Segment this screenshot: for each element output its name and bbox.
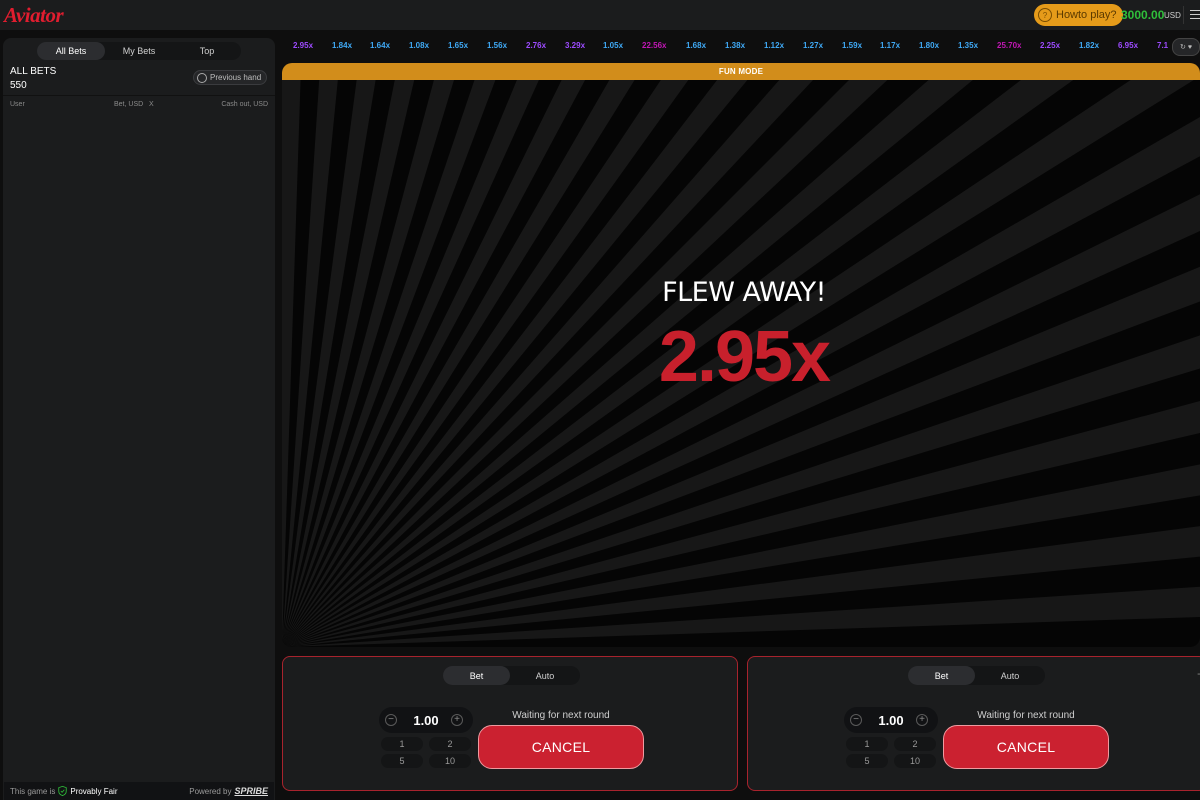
- bet-panel-2: Bet Auto − 1.00 + 1 2 5 10 Waiting for n…: [747, 656, 1200, 791]
- tab-my-bets[interactable]: My Bets: [105, 42, 173, 60]
- all-bets-count: 550: [10, 80, 27, 91]
- history-multiplier[interactable]: 1.08x: [409, 41, 429, 50]
- tab-top[interactable]: Top: [173, 42, 241, 60]
- minus-icon[interactable]: −: [385, 714, 397, 726]
- provably-fair-footer: This game is Provably Fair Powered by SP…: [4, 782, 274, 800]
- previous-hand-button[interactable]: Previous hand: [193, 70, 267, 85]
- plus-icon[interactable]: +: [916, 714, 928, 726]
- multiplier-history: 2.95x 1.84x 1.64x 1.08x 1.65x 1.56x 2.76x 3.29x…: [282, 38, 1172, 55]
- all-bets-title: ALL BETS: [10, 66, 57, 77]
- history-multiplier[interactable]: 1.80x: [919, 41, 939, 50]
- bet-amount-stepper: − 1.00 +: [844, 707, 938, 733]
- waiting-status: Waiting for next round: [512, 710, 610, 721]
- quick-bet-5[interactable]: 5: [846, 754, 888, 768]
- quick-bet-2[interactable]: 2: [429, 737, 471, 751]
- fun-mode-banner: FUN MODE: [282, 63, 1200, 80]
- history-multiplier[interactable]: 1.12x: [764, 41, 784, 50]
- question-icon: ?: [1038, 8, 1052, 22]
- history-multiplier[interactable]: 7.1: [1157, 41, 1168, 50]
- game-is-label: This game is: [10, 786, 56, 796]
- history-multiplier[interactable]: 1.17x: [880, 41, 900, 50]
- history-multiplier[interactable]: 22.56x: [642, 41, 666, 50]
- quick-bet-10[interactable]: 10: [429, 754, 471, 768]
- col-x: X: [149, 101, 154, 108]
- bet-mode-tabs: Bet Auto: [443, 666, 580, 685]
- menu-icon[interactable]: [1190, 10, 1200, 22]
- history-multiplier[interactable]: 6.95x: [1118, 41, 1138, 50]
- tab-bet[interactable]: Bet: [908, 666, 975, 685]
- bet-amount-stepper: − 1.00 +: [379, 707, 473, 733]
- history-multiplier[interactable]: 3.29x: [565, 41, 585, 50]
- powered-by-label: Powered by: [189, 786, 232, 796]
- provably-fair-label: Provably Fair: [70, 786, 118, 796]
- header-divider: [1183, 6, 1184, 24]
- spribe-logo[interactable]: SPRIBE: [234, 786, 268, 796]
- history-multiplier[interactable]: 1.84x: [332, 41, 352, 50]
- tab-auto[interactable]: Auto: [975, 666, 1045, 685]
- top-header: Aviator ? Howto play? 3000.00 USD: [0, 0, 1200, 30]
- provably-fair-link[interactable]: This game is Provably Fair: [10, 786, 117, 796]
- quick-bet-5[interactable]: 5: [381, 754, 423, 768]
- cancel-button[interactable]: CANCEL: [478, 725, 644, 769]
- quick-bet-1[interactable]: 1: [381, 737, 423, 751]
- bets-panel: All Bets My Bets Top ALL BETS 550 Previo…: [3, 38, 275, 800]
- aviator-logo[interactable]: Aviator: [4, 3, 64, 28]
- col-bet: Bet, USD: [114, 101, 144, 108]
- bet-amount-value[interactable]: 1.00: [868, 713, 914, 728]
- tab-auto[interactable]: Auto: [510, 666, 580, 685]
- flew-away-label: FLEW AWAY!: [662, 277, 826, 308]
- powered-by: Powered by SPRIBE: [189, 786, 268, 796]
- history-multiplier[interactable]: 2.25x: [1040, 41, 1060, 50]
- tab-bet[interactable]: Bet: [443, 666, 510, 685]
- history-multiplier[interactable]: 1.65x: [448, 41, 468, 50]
- bet-amount-value[interactable]: 1.00: [403, 713, 449, 728]
- history-multiplier[interactable]: 1.82x: [1079, 41, 1099, 50]
- tab-all-bets[interactable]: All Bets: [37, 42, 105, 60]
- shield-check-icon: [58, 786, 68, 796]
- history-multiplier[interactable]: 25.70x: [997, 41, 1021, 50]
- col-user: User: [10, 101, 25, 108]
- history-dropdown-button[interactable]: ↻ ♥: [1172, 38, 1200, 56]
- history-multiplier[interactable]: 1.35x: [958, 41, 978, 50]
- col-cashout: Cash out, USD: [221, 101, 268, 108]
- quick-bet-2[interactable]: 2: [894, 737, 936, 751]
- history-multiplier[interactable]: 1.05x: [603, 41, 623, 50]
- minus-icon[interactable]: −: [850, 714, 862, 726]
- bet-mode-tabs: Bet Auto: [908, 666, 1045, 685]
- waiting-status: Waiting for next round: [977, 710, 1075, 721]
- quick-bet-10[interactable]: 10: [894, 754, 936, 768]
- balance-currency: USD: [1164, 11, 1181, 20]
- balance-amount: 3000.00: [1121, 8, 1165, 22]
- divider: [3, 95, 275, 96]
- history-multiplier[interactable]: 1.38x: [725, 41, 745, 50]
- history-multiplier[interactable]: 1.59x: [842, 41, 862, 50]
- bet-panel-1: Bet Auto − 1.00 + 1 2 5 10 Waiting for n…: [282, 656, 738, 791]
- quick-bet-1[interactable]: 1: [846, 737, 888, 751]
- history-multiplier[interactable]: 1.27x: [803, 41, 823, 50]
- previous-hand-label: Previous hand: [210, 73, 262, 82]
- history-multiplier[interactable]: 1.68x: [686, 41, 706, 50]
- game-canvas: FUN MODE FLEW AWAY! 2.95x: [282, 63, 1200, 647]
- how-to-play-label: Howto play?: [1056, 9, 1117, 21]
- crash-multiplier: 2.95x: [658, 317, 831, 397]
- history-icon: [197, 72, 207, 83]
- history-multiplier[interactable]: 2.76x: [526, 41, 546, 50]
- history-multiplier[interactable]: 1.56x: [487, 41, 507, 50]
- how-to-play-button[interactable]: ? Howto play?: [1034, 4, 1123, 26]
- bets-tabs: All Bets My Bets Top: [37, 42, 241, 60]
- cancel-button[interactable]: CANCEL: [943, 725, 1109, 769]
- heart-icon: ♥: [1187, 43, 1193, 51]
- history-multiplier[interactable]: 1.64x: [370, 41, 390, 50]
- plus-icon[interactable]: +: [451, 714, 463, 726]
- history-multiplier[interactable]: 2.95x: [293, 41, 313, 50]
- history-icon: ↻: [1179, 44, 1186, 51]
